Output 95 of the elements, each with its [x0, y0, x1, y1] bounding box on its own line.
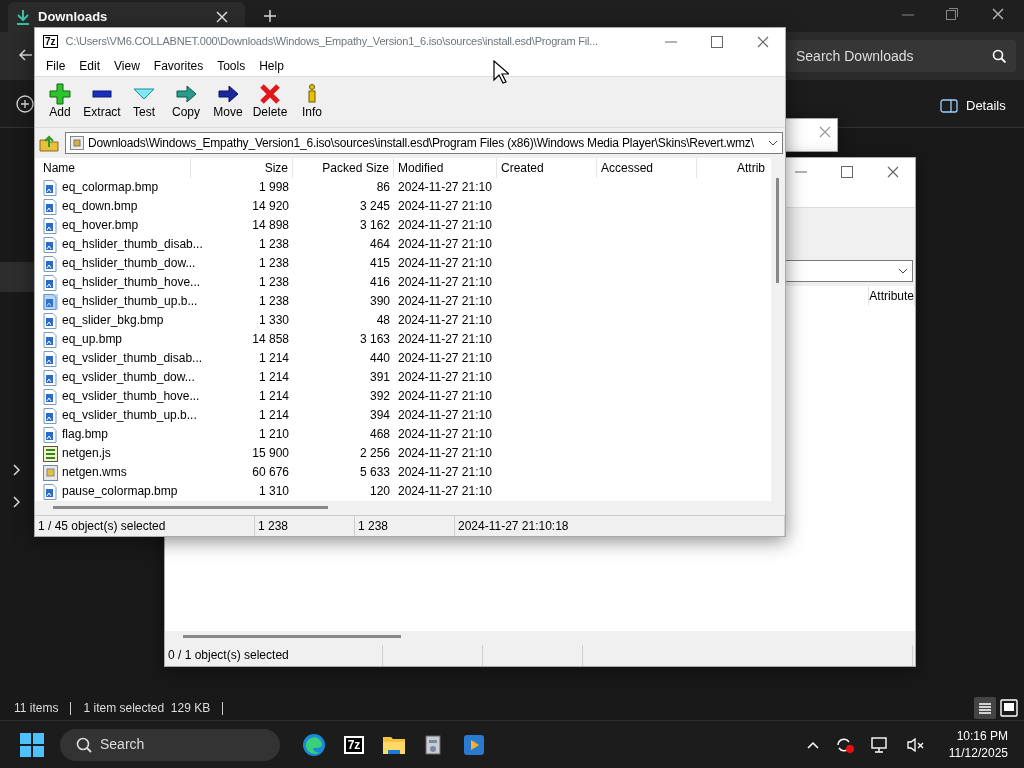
table-cell-text: 2024-11-27 21:10: [397, 236, 493, 253]
table-cell-text: 394: [368, 407, 391, 424]
status-text: 11 items: [14, 700, 59, 717]
menu-item[interactable]: Favorites: [146, 56, 211, 75]
status-text: 2024-11-27 21:10:18: [455, 516, 785, 536]
menu-item[interactable]: View: [107, 56, 147, 75]
table-cell-text: 464: [368, 236, 391, 253]
column-header[interactable]: Packed Size: [293, 158, 394, 178]
table-cell-text: 3 163: [358, 331, 391, 348]
column-header[interactable]: Created: [497, 158, 597, 178]
file-name[interactable]: eq_vslider_thumb_disab...: [62, 349, 203, 368]
table-cell-text: 2024-11-27 21:10: [397, 198, 493, 215]
table-cell-text: 391: [368, 369, 391, 386]
table-cell-text: 1 210: [257, 426, 290, 443]
table-cell-text: 392: [368, 388, 391, 405]
file-name[interactable]: eq_hover.bmp: [62, 216, 139, 235]
file-name[interactable]: eq_down.bmp: [62, 197, 138, 216]
table-cell-text: 2 256: [358, 445, 391, 462]
column-header[interactable]: Attrib: [697, 158, 769, 178]
file-name[interactable]: eq_up.bmp: [62, 330, 123, 349]
table-cell-text: 390: [368, 293, 391, 310]
table-cell-text: 5 633: [358, 464, 391, 481]
status-text: 1 item selected 129 KB: [83, 700, 211, 717]
table-cell-text: 2024-11-27 21:10: [397, 350, 493, 367]
status-text: 1 238: [355, 516, 455, 536]
status-text: 0 / 1 object(s) selected: [165, 645, 383, 666]
table-cell-text: 2024-11-27 21:10: [397, 483, 493, 500]
file-name[interactable]: eq_vslider_thumb_hove...: [62, 387, 200, 406]
table-cell-text: 2024-11-27 21:10: [397, 293, 493, 310]
toolbar-button[interactable]: Test: [123, 80, 165, 123]
toolbar-button[interactable]: Info: [291, 80, 333, 123]
table-cell-text: 14 898: [251, 217, 290, 234]
file-name[interactable]: eq_vslider_thumb_up.b...: [62, 406, 197, 425]
file-name[interactable]: netgen.wms: [62, 463, 127, 482]
table-cell-text: 2024-11-27 21:10: [397, 388, 493, 405]
table-cell-text: 2024-11-27 21:10: [397, 255, 493, 272]
table-cell-text: 2024-11-27 21:10: [397, 464, 493, 481]
table-cell-text: 14 920: [251, 198, 290, 215]
file-name[interactable]: eq_hslider_thumb_hove...: [62, 273, 201, 292]
table-cell-text: 1 330: [257, 312, 290, 329]
table-cell-text: 440: [368, 350, 391, 367]
toolbar-button[interactable]: Copy: [165, 80, 207, 123]
column-header[interactable]: Modified: [394, 158, 497, 178]
file-name[interactable]: eq_vslider_thumb_dow...: [62, 368, 195, 387]
table-cell-text: 2024-11-27 21:10: [397, 407, 493, 424]
toolbar-button[interactable]: Delete: [249, 80, 291, 123]
column-header[interactable]: Name: [39, 158, 191, 178]
file-name[interactable]: eq_colormap.bmp: [62, 178, 159, 197]
file-name[interactable]: netgen.js: [62, 444, 111, 463]
menu-item[interactable]: Help: [252, 56, 291, 75]
table-cell-text: 3 245: [358, 198, 391, 215]
taskbar-app[interactable]: 7z: [336, 726, 372, 763]
menu-item[interactable]: File: [39, 56, 73, 75]
table-cell-text: 2024-11-27 21:10: [397, 312, 493, 329]
menu-item[interactable]: Edit: [72, 56, 108, 75]
table-cell-text: 2024-11-27 21:10: [397, 331, 493, 348]
file-name[interactable]: pause_colormap.bmp: [62, 482, 178, 501]
file-name[interactable]: eq_slider_bkg.bmp: [62, 311, 164, 330]
status-text: 1 238: [255, 516, 355, 536]
toolbar-button[interactable]: Move: [207, 80, 249, 123]
file-name[interactable]: eq_hslider_thumb_up.b...: [62, 292, 198, 311]
table-cell-text: 48: [375, 312, 391, 329]
table-cell-text: 3 162: [358, 217, 391, 234]
file-name[interactable]: eq_hslider_thumb_disab...: [62, 235, 203, 254]
table-cell-text: 2024-11-27 21:10: [397, 369, 493, 386]
file-name[interactable]: flag.bmp: [62, 425, 109, 444]
clock[interactable]: 10:16 PM 11/12/2025: [948, 727, 1008, 762]
search-field[interactable]: Search Downloads: [786, 40, 1016, 72]
table-cell-text: 120: [368, 483, 391, 500]
table-cell-text: 2024-11-27 21:10: [397, 217, 493, 234]
column-header[interactable]: Size: [191, 158, 293, 178]
table-cell-text: 2024-11-27 21:10: [397, 179, 493, 196]
toolbar-button[interactable]: Add: [39, 80, 81, 123]
app-icon: 7z: [43, 35, 58, 49]
table-cell-text: 468: [368, 426, 391, 443]
window-title: C:\Users\VM6.COLLABNET.000\Downloads\Windows_Empathy_Version1_6.iso\sources\install.esd\Program Fil...: [65, 34, 599, 50]
file-name[interactable]: eq_hslider_thumb_dow...: [62, 254, 196, 273]
table-cell-text: 86: [375, 179, 391, 196]
address-bar[interactable]: Downloads\Windows_Empathy_Version1_6.iso\sources\install.esd\Program Files (x86)\Windows Media Player\Skins\Revert.wmz\: [65, 132, 783, 154]
column-header[interactable]: Accessed: [597, 158, 697, 178]
table-cell-text: 60 676: [251, 464, 290, 481]
search-field[interactable]: Search: [60, 728, 280, 761]
table-cell-text: 1 998: [257, 179, 290, 196]
table-cell-text: 2024-11-27 21:10: [397, 445, 493, 462]
menu-item[interactable]: Tools: [210, 56, 253, 75]
table-cell-text: 15 900: [251, 445, 290, 462]
toolbar-button[interactable]: Extract: [81, 80, 123, 123]
details-button[interactable]: Details: [940, 96, 1006, 116]
table-cell-text: 416: [368, 274, 391, 291]
table-cell-text: 2024-11-27 21:10: [397, 274, 493, 291]
table-cell-text: 1 310: [257, 483, 290, 500]
table-cell-text: 14 858: [251, 331, 290, 348]
status-text: 1 / 45 object(s) selected: [35, 516, 255, 536]
table-cell-text: 415: [368, 255, 391, 272]
table-cell-text: 2024-11-27 21:10: [397, 426, 493, 443]
